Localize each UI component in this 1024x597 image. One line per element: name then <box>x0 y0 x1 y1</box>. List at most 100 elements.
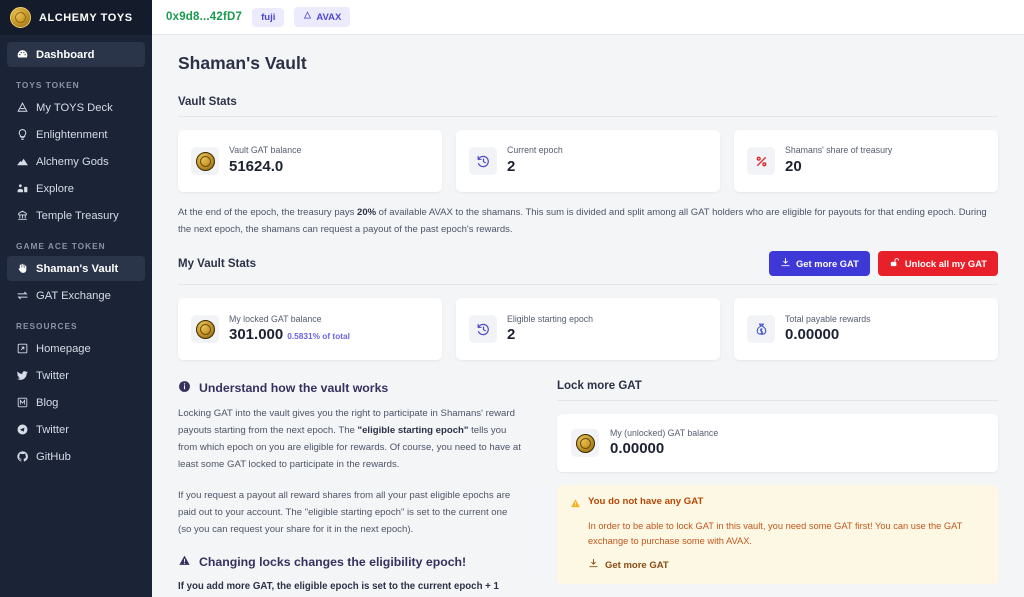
stat-value-number: 301.000 <box>229 326 284 344</box>
clock-rewind-icon <box>469 147 497 175</box>
sidebar-item-blog[interactable]: Blog <box>7 390 145 415</box>
understand-heading-label: Understand how the vault works <box>199 381 389 396</box>
stat-value: 20 <box>785 157 802 175</box>
sidebar-item-homepage[interactable]: Homepage <box>7 336 145 361</box>
stat-label: Current epoch <box>507 145 563 156</box>
stat-value: 301.000 0.5831% of total <box>229 326 350 345</box>
main-area: 0x9d8...42fD7 fuji AVAX Shaman's Vault V… <box>152 0 1024 597</box>
download-icon <box>588 558 599 572</box>
stat-card-eligible-epoch: Eligible starting epoch 2 <box>456 298 720 361</box>
app-root: ALCHEMY TOYS Dashboard TOYS TOKEN My TOY… <box>0 0 1024 597</box>
stat-label: Eligible starting epoch <box>507 313 594 324</box>
stat-card-total-payable-rewards: Total payable rewards 0.00000 <box>734 298 998 361</box>
sidebar: ALCHEMY TOYS Dashboard TOYS TOKEN My TOY… <box>0 0 152 597</box>
my-vault-stats-heading: My Vault Stats <box>178 257 256 270</box>
money-bag-icon <box>747 315 775 344</box>
sidebar-item-enlightenment[interactable]: Enlightenment <box>7 122 145 147</box>
twitter-bird-icon <box>16 369 29 382</box>
github-icon <box>16 450 29 463</box>
stat-card-shamans-share: Shamans' share of treasury 20 <box>734 130 998 192</box>
brand-header[interactable]: ALCHEMY TOYS <box>0 0 152 35</box>
vault-stats-heading: Vault Stats <box>178 96 237 108</box>
avax-icon <box>303 11 312 23</box>
telegram-icon <box>16 423 29 436</box>
token-chip-label: AVAX <box>316 11 342 23</box>
stat-card-my-locked-gat: My locked GAT balance 301.000 0.5831% of … <box>178 298 442 361</box>
divider <box>178 116 998 117</box>
stat-card-vault-gat-balance: Vault GAT balance 51624.0 <box>178 130 442 192</box>
get-more-gat-button[interactable]: Get more GAT <box>769 251 870 277</box>
token-chip[interactable]: AVAX <box>294 7 351 27</box>
network-chip[interactable]: fuji <box>252 7 285 27</box>
sidebar-item-gat-exchange[interactable]: GAT Exchange <box>7 283 145 308</box>
vault-info-paragraph-2: If you request a payout all reward share… <box>178 489 511 535</box>
alert-get-more-gat-label: Get more GAT <box>605 559 669 571</box>
get-more-gat-label: Get more GAT <box>796 258 859 270</box>
vault-action-buttons: Get more GAT Unlock all my GAT <box>769 251 998 277</box>
unlock-icon <box>889 257 900 270</box>
percent-icon <box>747 147 775 175</box>
sidebar-item-my-toys-deck[interactable]: My TOYS Deck <box>7 95 145 120</box>
sidebar-item-label: Shaman's Vault <box>36 262 119 275</box>
sidebar-item-label: My TOYS Deck <box>36 101 113 114</box>
sidebar-item-telegram[interactable]: Twitter <box>7 417 145 442</box>
sidebar-group-resources: RESOURCES <box>16 321 78 331</box>
sidebar-item-label: Explore <box>36 182 74 195</box>
unlocked-gat-balance-card: My (unlocked) GAT balance 0.00000 <box>557 414 998 473</box>
sidebar-item-temple-treasury[interactable]: Temple Treasury <box>7 203 145 228</box>
sidebar-item-label: Temple Treasury <box>36 209 119 222</box>
vault-info-pane: Understand how the vault works Locking G… <box>178 380 523 595</box>
unlocked-balance-value: 0.00000 <box>610 440 665 458</box>
brand-title: ALCHEMY TOYS <box>39 11 133 24</box>
page-title: Shaman's Vault <box>178 53 307 73</box>
sidebar-item-label: Alchemy Gods <box>36 155 109 168</box>
no-gat-alert-body: In order to be able to lock GAT in this … <box>588 521 963 547</box>
sidebar-item-label: Blog <box>36 396 59 409</box>
warning-triangle-icon <box>570 496 581 514</box>
my-vault-stats-cards: My locked GAT balance 301.000 0.5831% of … <box>178 298 998 361</box>
sidebar-item-explore[interactable]: Explore <box>7 176 145 201</box>
sidebar-item-label: Enlightenment <box>36 128 108 141</box>
changing-locks-heading-label: Changing locks changes the eligibility e… <box>199 554 467 569</box>
stat-value: 0.00000 <box>785 326 840 344</box>
gold-coin-icon <box>571 429 599 458</box>
no-gat-alert-head: You do not have any GAT <box>570 496 985 514</box>
vault-stats-cards: Vault GAT balance 51624.0 Current epoch … <box>178 130 998 192</box>
my-vault-stats-header: My Vault Stats Get more GAT Unlock all m… <box>178 251 998 277</box>
unlock-all-gat-button[interactable]: Unlock all my GAT <box>877 251 998 277</box>
divider <box>178 284 998 286</box>
stat-value: 51624.0 <box>229 157 284 175</box>
p1-b: "eligible starting epoch" <box>357 425 469 437</box>
wallet-address[interactable]: 0x9d8...42fD7 <box>166 11 242 23</box>
topbar: 0x9d8...42fD7 fuji AVAX <box>152 0 1024 35</box>
sidebar-item-label: GitHub <box>36 450 71 463</box>
sidebar-item-shamans-vault[interactable]: Shaman's Vault <box>7 256 145 281</box>
gold-coin-icon <box>191 147 219 175</box>
stat-label: My locked GAT balance <box>229 313 322 324</box>
sidebar-item-github[interactable]: GitHub <box>7 444 145 469</box>
sidebar-item-alchemy-gods[interactable]: Alchemy Gods <box>7 149 145 174</box>
sidebar-item-label: GAT Exchange <box>36 289 111 302</box>
sidebar-item-twitter[interactable]: Twitter <box>7 363 145 388</box>
alert-get-more-gat-link[interactable]: Get more GAT <box>588 558 985 572</box>
warning-triangle-icon <box>178 554 191 570</box>
page-content: Shaman's Vault Vault Stats Vault GAT bal… <box>152 35 1024 597</box>
sidebar-item-label: Twitter <box>36 369 69 382</box>
stat-label: Vault GAT balance <box>229 145 302 156</box>
stat-label: Shamans' share of treasury <box>785 145 893 156</box>
changing-locks-heading: Changing locks changes the eligibility e… <box>178 554 523 570</box>
stat-label: Total payable rewards <box>785 313 871 324</box>
stat-card-current-epoch: Current epoch 2 <box>456 130 720 192</box>
lock-more-gat-pane: Lock more GAT My (unlocked) GAT balance … <box>557 380 998 595</box>
external-link-icon <box>16 342 29 355</box>
stat-value-sub: 0.5831% of total <box>287 331 350 342</box>
sidebar-item-label: Dashboard <box>36 48 95 61</box>
lock-more-gat-heading: Lock more GAT <box>557 380 642 393</box>
sidebar-nav: Dashboard TOYS TOKEN My TOYS Deck Enligh… <box>0 35 152 597</box>
no-gat-alert-title: You do not have any GAT <box>588 496 704 508</box>
sidebar-item-dashboard[interactable]: Dashboard <box>7 42 145 67</box>
network-chip-label: fuji <box>261 11 276 23</box>
explore-icon <box>16 182 29 195</box>
sidebar-group-toys-token: TOYS TOKEN <box>16 80 80 90</box>
understand-heading: Understand how the vault works <box>178 380 523 396</box>
